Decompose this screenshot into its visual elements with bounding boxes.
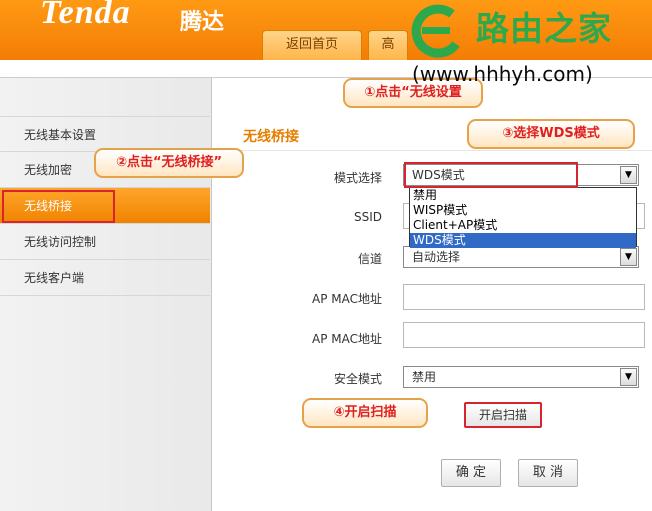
callout-step-2: ②点击“无线桥接” [94, 148, 244, 178]
security-label: 安全模式 [333, 372, 382, 386]
security-select[interactable]: 禁用 ▼ [403, 366, 639, 388]
dropdown-option-wds[interactable]: WDS模式 [410, 233, 636, 248]
watermark-logo-icon [411, 4, 460, 58]
dropdown-option-wisp[interactable]: WISP模式 [410, 203, 636, 218]
ap-mac-label-1: AP MAC地址 [312, 292, 382, 306]
sidebar-item-wireless-clients[interactable]: 无线客户端 [0, 260, 210, 296]
ap-mac-label-2: AP MAC地址 [312, 332, 382, 346]
chevron-down-icon[interactable]: ▼ [620, 166, 637, 184]
chevron-down-icon[interactable]: ▼ [620, 368, 637, 386]
channel-select-value: 自动选择 [412, 250, 461, 264]
ssid-label: SSID [353, 210, 382, 224]
ap-mac-input-1[interactable] [403, 284, 645, 310]
callout-step-4: ④开启扫描 [302, 398, 428, 428]
sidebar-item-wireless-access-control[interactable]: 无线访问控制 [0, 224, 210, 260]
channel-select[interactable]: 自动选择 ▼ [403, 246, 639, 268]
dropdown-option-client-ap[interactable]: Client+AP模式 [410, 218, 636, 233]
watermark-url: (www.hhhyh.com) [412, 62, 593, 86]
highlight-box-mode [404, 162, 578, 188]
watermark-text: 路由之家 [476, 9, 612, 48]
section-divider [228, 150, 652, 151]
brand-logo-cn: 腾达 [180, 10, 225, 35]
ok-button[interactable]: 确 定 [441, 459, 501, 487]
tab-home[interactable]: 返回首页 [262, 30, 362, 60]
mode-label: 模式选择 [333, 171, 382, 185]
chevron-down-icon[interactable]: ▼ [620, 248, 637, 266]
mode-dropdown-list: 禁用 WISP模式 Client+AP模式 WDS模式 [409, 187, 637, 248]
ap-mac-input-2[interactable] [403, 322, 645, 348]
security-select-value: 禁用 [412, 370, 437, 384]
section-title: 无线桥接 [243, 129, 299, 145]
channel-label: 信道 [357, 252, 382, 266]
dropdown-option-disabled[interactable]: 禁用 [410, 188, 636, 203]
cancel-button[interactable]: 取 消 [518, 459, 578, 487]
brand-logo: Tenda [40, 0, 131, 31]
highlight-box-sidebar [2, 190, 115, 223]
callout-step-3: ③选择WDS模式 [467, 119, 635, 149]
sidebar: 无线基本设置 无线加密 无线桥接 无线访问控制 无线客户端 [0, 78, 212, 511]
scan-button[interactable]: 开启扫描 [464, 402, 542, 428]
sidebar-item-wireless-basic[interactable]: 无线基本设置 [0, 116, 210, 152]
